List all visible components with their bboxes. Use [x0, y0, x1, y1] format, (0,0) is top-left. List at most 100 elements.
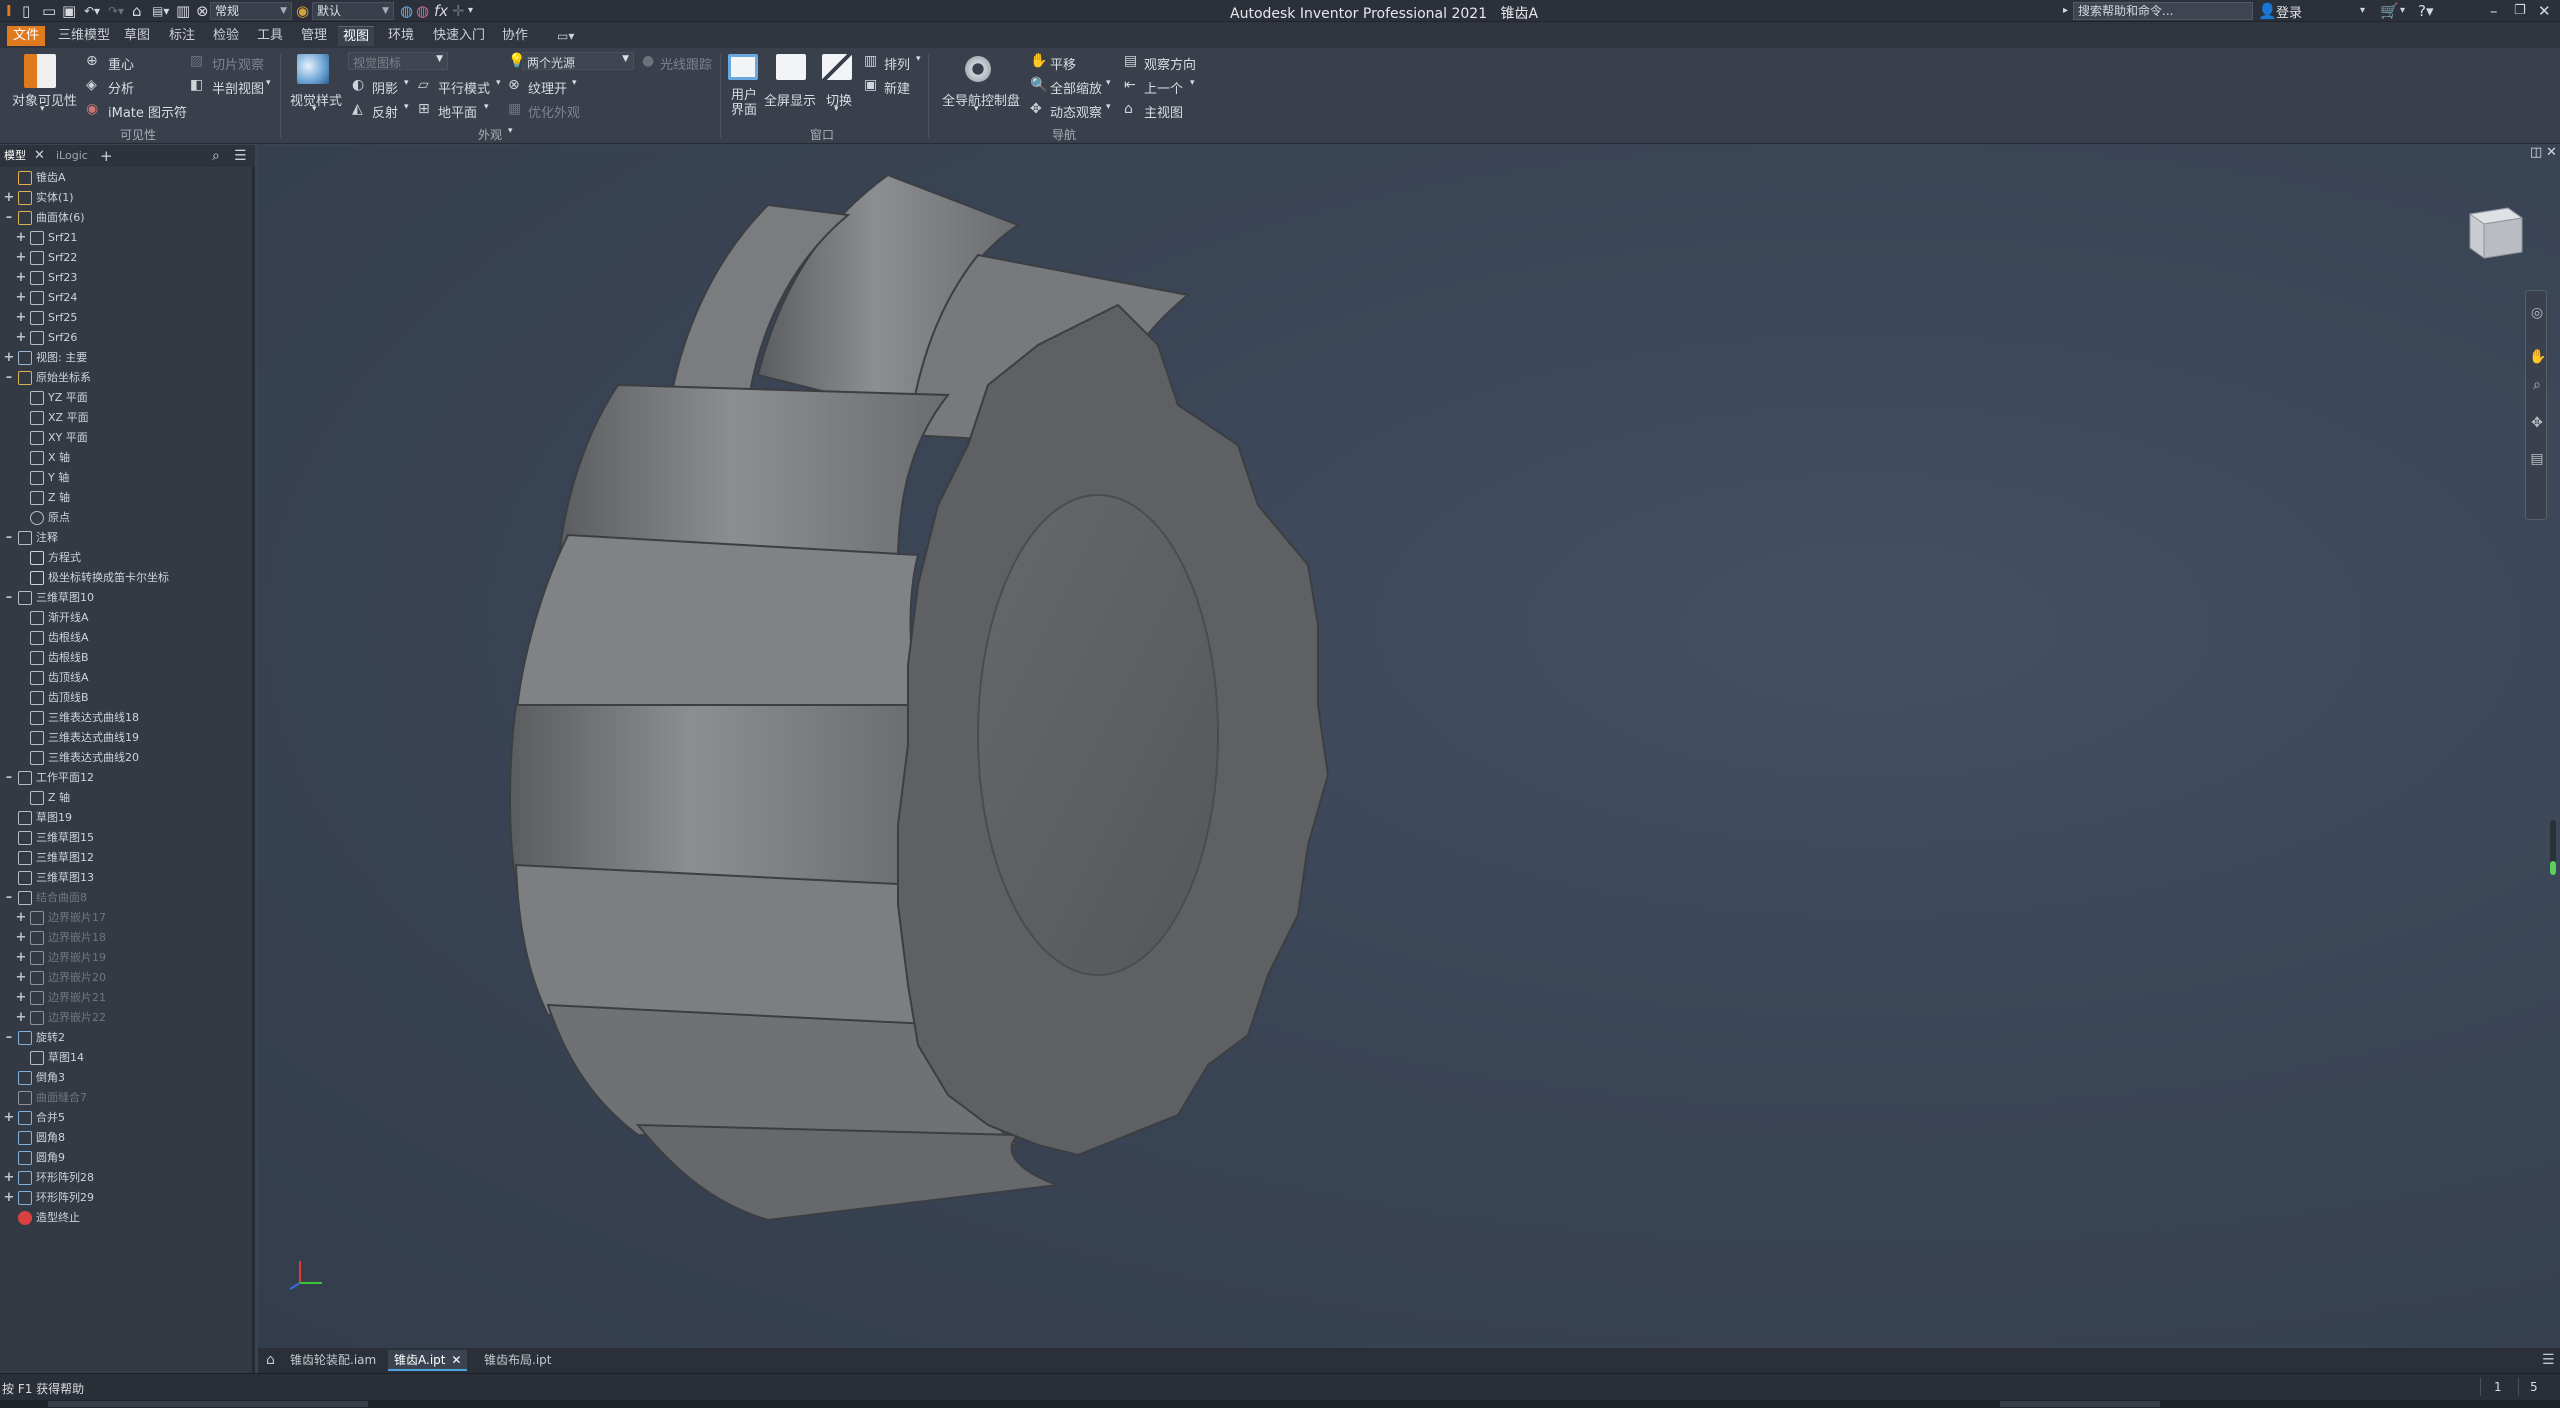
tree-item[interactable]: + 环形阵列28 [0, 1168, 255, 1188]
tree-item[interactable]: 渐开线A [0, 608, 255, 628]
tree-item[interactable]: + Srf25 [0, 308, 255, 328]
taskbar-item[interactable] [2000, 1401, 2160, 1407]
tree-item[interactable]: 曲面缝合7 [0, 1088, 255, 1108]
previous-dropdown-icon[interactable]: ▾ [1190, 78, 1195, 88]
tree-item[interactable]: + 实体(1) [0, 188, 255, 208]
arrange-dropdown-icon[interactable]: ▾ [916, 54, 921, 64]
redo-icon[interactable]: ↷▾ [108, 2, 124, 20]
fx-parameters-icon[interactable]: fx [434, 2, 448, 20]
tree-item[interactable]: – 工作平面12 [0, 768, 255, 788]
tree-item[interactable]: – 原始坐标系 [0, 368, 255, 388]
full-navigation-wheel-button[interactable]: 全导航控制盘 [942, 90, 1020, 109]
tab-file[interactable]: 文件 [7, 26, 45, 46]
switch-window-button[interactable]: 切换 [826, 90, 852, 109]
tree-item[interactable]: + 边界嵌片20 [0, 968, 255, 988]
user-interface-icon[interactable] [728, 54, 758, 80]
collapse-icon[interactable]: – [3, 208, 15, 228]
tree-item[interactable]: + 合并5 [0, 1108, 255, 1128]
expand-icon[interactable]: + [15, 928, 27, 948]
home-icon[interactable]: ⌂ [132, 2, 142, 20]
previous-view-button[interactable]: 上一个 [1144, 78, 1183, 97]
shadows-button[interactable]: 阴影 [372, 78, 398, 97]
visual-style-dropdown-icon[interactable]: ▾ [312, 104, 317, 114]
expand-icon[interactable]: + [15, 968, 27, 988]
appearance-combo[interactable]: 常规 ▼ [210, 2, 292, 20]
panel-toggle-icon[interactable]: ▭▾ [552, 26, 579, 46]
view-cube[interactable] [2460, 202, 2530, 262]
arrange-button[interactable]: 排列 [884, 54, 910, 73]
ground-plane-button[interactable]: 地平面 [438, 102, 477, 121]
restore-icon[interactable]: ❐ [2514, 2, 2526, 20]
tree-item[interactable]: – 旋转2 [0, 1028, 255, 1048]
doc-tab-active[interactable]: 锥齿A.ipt ✕ [388, 1350, 468, 1371]
collapse-icon[interactable]: – [3, 528, 15, 548]
tree-item[interactable]: 造型终止 [0, 1208, 255, 1228]
tree-item[interactable]: 齿顶线B [0, 688, 255, 708]
tree-item[interactable]: 圆角9 [0, 1148, 255, 1168]
tree-item[interactable]: – 三维草图10 [0, 588, 255, 608]
imate-glyph-button[interactable]: iMate 图示符 [108, 102, 187, 121]
tab-model[interactable]: 模型 [4, 146, 26, 166]
help-icon[interactable]: ?▾ [2418, 2, 2434, 20]
pan-button[interactable]: 平移 [1050, 54, 1076, 73]
object-visibility-icon[interactable] [24, 54, 56, 88]
graphics-viewport[interactable]: ◎ ✋ ⌕ ✥ ▤ ◫ ✕ [258, 145, 2560, 1348]
expand-icon[interactable]: + [15, 328, 27, 348]
tree-item[interactable]: 三维表达式曲线20 [0, 748, 255, 768]
search-expand-icon[interactable]: ▸ [2063, 2, 2068, 20]
add-browser-tab-icon[interactable]: + [100, 146, 113, 166]
taskbar-item[interactable] [48, 1401, 368, 1407]
new-file-icon[interactable]: ▯ [22, 2, 30, 20]
cancel-icon[interactable]: ⊗ [196, 2, 209, 20]
full-navigation-wheel-icon[interactable] [965, 56, 991, 82]
undo-icon[interactable]: ↶▾ [84, 2, 100, 20]
search-input[interactable]: 搜索帮助和命令... [2073, 2, 2253, 20]
tree-item[interactable]: XZ 平面 [0, 408, 255, 428]
close-window-icon[interactable]: ✕ [2538, 2, 2551, 20]
tree-item[interactable]: Z 轴 [0, 788, 255, 808]
tree-item[interactable]: + 边界嵌片19 [0, 948, 255, 968]
nav-pan-icon[interactable]: ✋ [2529, 349, 2546, 365]
expand-icon[interactable]: + [15, 268, 27, 288]
save-icon[interactable]: ▣ [62, 2, 76, 20]
tab-environments[interactable]: 环境 [383, 26, 419, 46]
tree-item[interactable]: 三维草图15 [0, 828, 255, 848]
parallel-mode-dropdown-icon[interactable]: ▾ [496, 78, 501, 88]
analysis-button[interactable]: 分析 [108, 78, 134, 97]
appearance-group-expand-icon[interactable]: ▾ [508, 126, 513, 136]
nav-orbit-icon[interactable]: ✥ [2529, 415, 2545, 431]
tab-sketch[interactable]: 草图 [119, 26, 155, 46]
zoom-dropdown-icon[interactable]: ▾ [1106, 78, 1111, 88]
optimize-appearance-button[interactable]: 优化外观 [528, 102, 580, 121]
expand-icon[interactable]: + [15, 948, 27, 968]
material-combo[interactable]: 默认 ▼ [312, 2, 394, 20]
full-screen-icon[interactable] [776, 54, 806, 80]
parallel-mode-button[interactable]: 平行模式 [438, 78, 490, 97]
reflections-dropdown-icon[interactable]: ▾ [404, 102, 409, 112]
browser-search-icon[interactable]: ⌕ [212, 146, 220, 166]
full-screen-button[interactable]: 全屏显示 [764, 90, 816, 109]
tree-item[interactable]: + 边界嵌片22 [0, 1008, 255, 1028]
orbit-dropdown-icon[interactable]: ▾ [1106, 102, 1111, 112]
tree-item[interactable]: + Srf22 [0, 248, 255, 268]
textures-on-button[interactable]: 纹理开 [528, 78, 567, 97]
expand-icon[interactable]: + [15, 288, 27, 308]
collapse-icon[interactable]: – [3, 888, 15, 908]
tab-get-started[interactable]: 快速入门 [428, 26, 490, 46]
expand-icon[interactable]: + [15, 908, 27, 928]
minimize-icon[interactable]: – [2490, 2, 2498, 20]
viewport-scroll-indicator[interactable] [2550, 820, 2556, 875]
tab-manage[interactable]: 管理 [296, 26, 332, 46]
tab-inspect[interactable]: 检验 [208, 26, 244, 46]
tree-item[interactable]: Z 轴 [0, 488, 255, 508]
new-window-button[interactable]: 新建 [884, 78, 910, 97]
expand-icon[interactable]: + [15, 228, 27, 248]
half-section-button[interactable]: 半剖视图 [212, 78, 264, 97]
tab-ilogic[interactable]: iLogic [56, 146, 88, 166]
collapse-icon[interactable]: – [3, 368, 15, 388]
textures-dropdown-icon[interactable]: ▾ [572, 78, 577, 88]
switch-window-icon[interactable] [822, 54, 852, 80]
tab-3d-model[interactable]: 三维模型 [53, 26, 115, 46]
doc-tab-layout[interactable]: 锥齿布局.ipt [478, 1350, 557, 1371]
expand-icon[interactable]: + [3, 188, 15, 208]
